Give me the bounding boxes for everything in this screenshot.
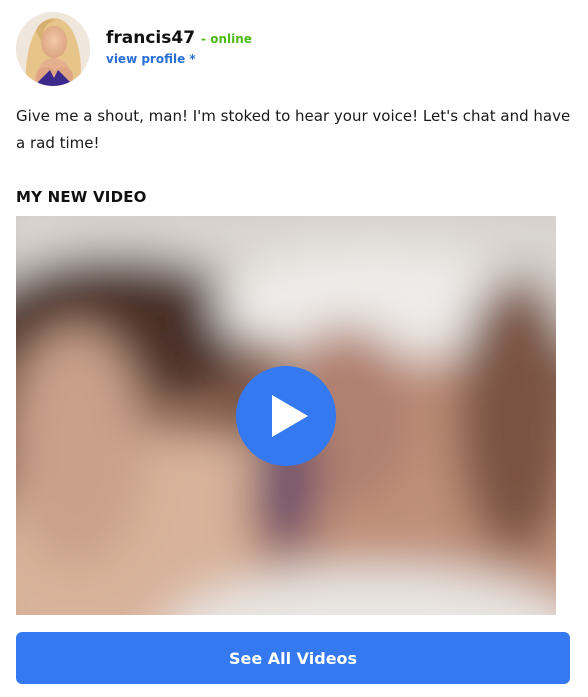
profile-info: francis47 - online view profile *	[106, 28, 252, 67]
see-all-videos-button[interactable]: See All Videos	[16, 632, 570, 684]
profile-header: francis47 - online view profile *	[16, 12, 252, 86]
bio-text: Give me a shout, man! I'm stoked to hear…	[16, 107, 571, 152]
play-button[interactable]	[236, 366, 336, 466]
online-status: - online	[201, 31, 252, 46]
view-profile-link[interactable]: view profile *	[106, 52, 196, 66]
avatar[interactable]	[16, 12, 90, 86]
avatar-image	[16, 12, 90, 86]
play-icon	[272, 395, 308, 437]
name-row: francis47 - online	[106, 28, 252, 48]
video-player[interactable]	[16, 216, 556, 615]
section-title: MY NEW VIDEO	[16, 188, 147, 206]
username[interactable]: francis47	[106, 28, 195, 48]
